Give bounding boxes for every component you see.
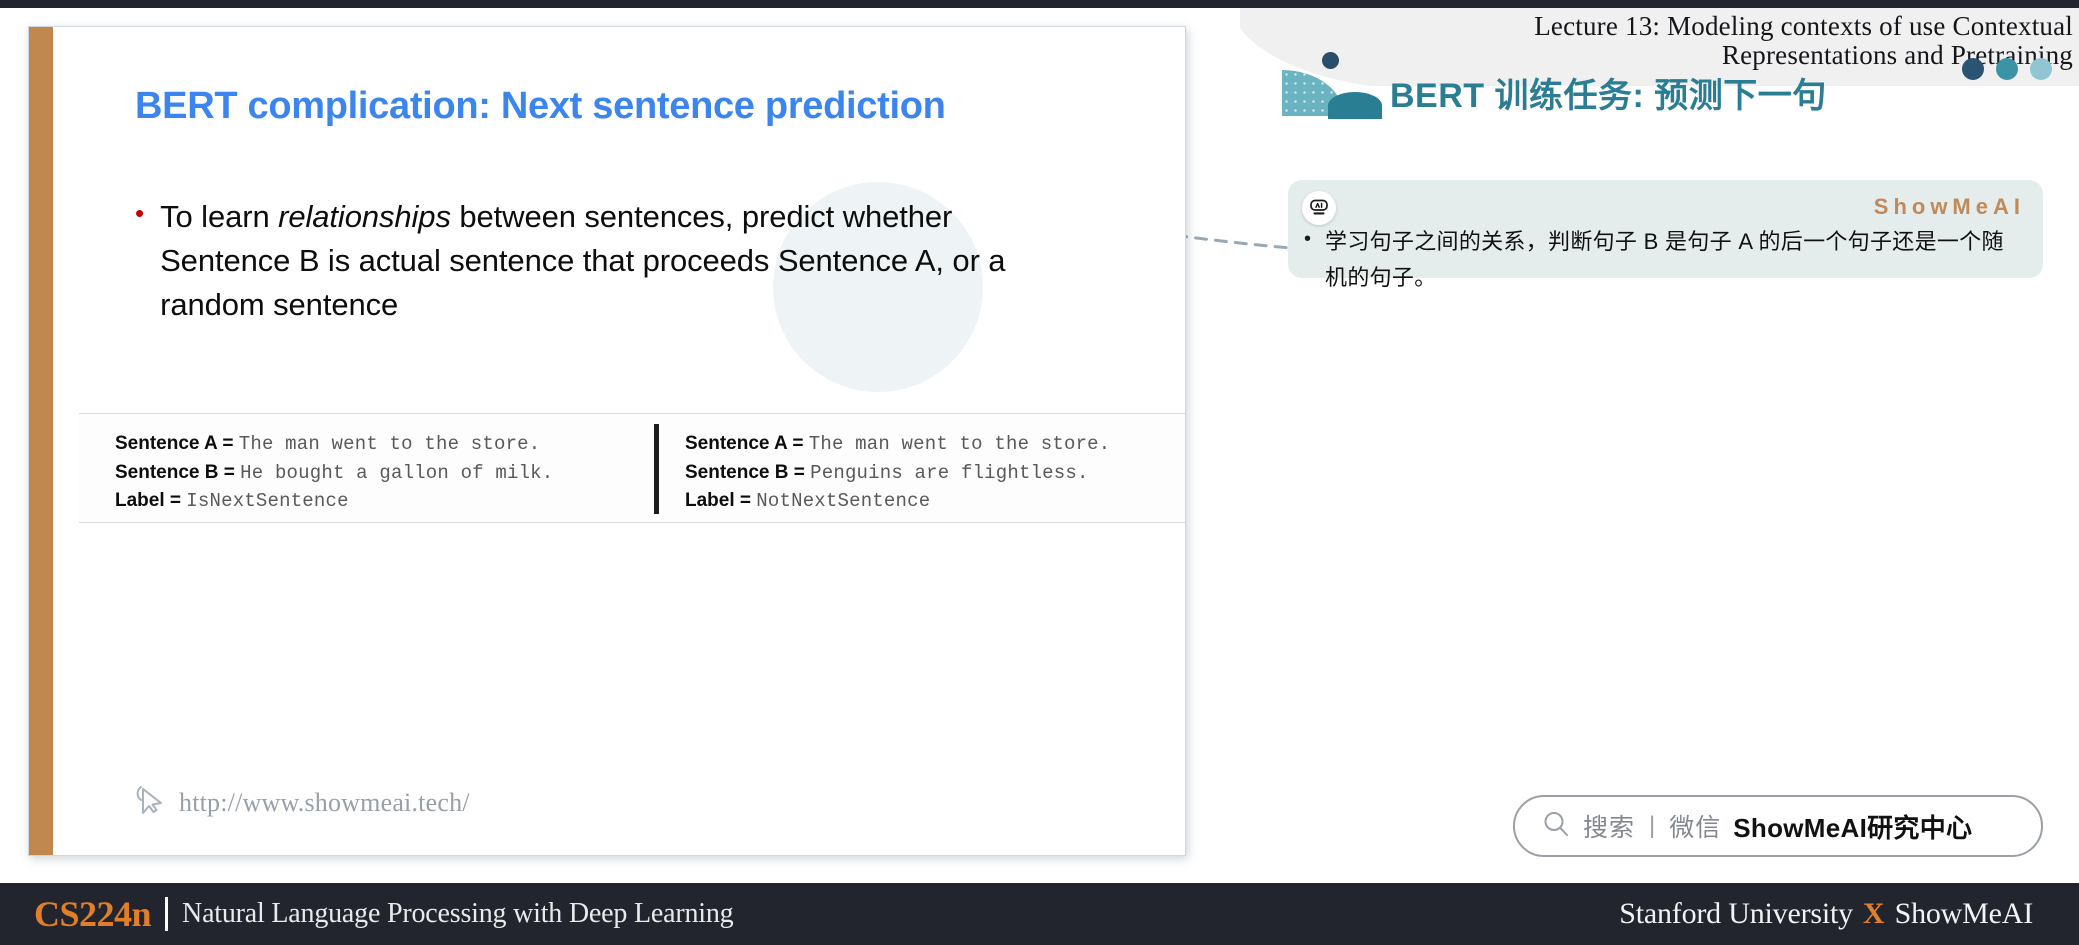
example-key: Label — [685, 490, 735, 512]
example-key: Sentence B — [115, 461, 219, 483]
wechat-search-pill[interactable]: 搜索 | 微信 ShowMeAI研究中心 — [1513, 795, 2043, 857]
search-icon — [1541, 809, 1571, 844]
example-equals: = — [217, 433, 239, 454]
collab-x-symbol: X — [1862, 897, 1885, 930]
example-value: IsNextSentence — [186, 490, 349, 513]
example-key: Sentence A — [115, 433, 218, 454]
example-row: Sentence A = The man went to the store. — [115, 430, 633, 459]
course-name: Natural Language Processing with Deep Le… — [182, 898, 734, 929]
search-label: 搜索 — [1583, 814, 1636, 842]
bottom-bar-left: CS224n Natural Language Processing with … — [34, 883, 734, 945]
slide-url-group[interactable]: http://www.showmeai.tech/ — [135, 784, 470, 821]
example-key: Sentence B — [685, 461, 789, 483]
decorative-dot-icon — [2030, 58, 2052, 80]
example-value: The man went to the store. — [238, 433, 541, 455]
ai-robot-icon — [1302, 191, 1336, 225]
example-value: The man went to the store. — [808, 433, 1111, 455]
example-value: NotNextSentence — [756, 490, 931, 513]
teal-decoration-cluster — [1282, 52, 1392, 119]
example-equals: = — [164, 490, 187, 512]
teal-half-circle-icon — [1328, 92, 1382, 119]
navy-dot-icon — [1322, 52, 1339, 69]
example-equals: = — [788, 461, 811, 483]
slide-title: BERT complication: Next sentence predict… — [135, 85, 946, 127]
slide-left-accent-bar — [29, 27, 53, 855]
slide-bullet-marker: • — [135, 198, 145, 228]
example-row: Sentence B = Penguins are flightless. — [685, 459, 1185, 488]
example-row: Sentence B = He bought a gallon of milk. — [115, 459, 633, 488]
example-equals: = — [734, 490, 757, 512]
slide-url-text[interactable]: http://www.showmeai.tech/ — [179, 788, 470, 818]
note-text: 学习句子之间的关系，判断句子 B 是句子 A 的后一个句子还是一个随机的句子。 — [1325, 229, 2004, 290]
wechat-account-name: ShowMeAI研究中心 — [1733, 812, 1973, 843]
note-bullet-marker: • — [1304, 228, 1312, 250]
example-row: Label = IsNextSentence — [115, 487, 633, 516]
bullet-text-segment-1: To learn — [160, 199, 279, 234]
example-column-positive: Sentence A = The man went to the store. … — [79, 414, 633, 522]
university-name: Stanford University — [1619, 897, 1853, 930]
example-equals: = — [787, 433, 809, 454]
example-key: Sentence A — [685, 433, 788, 454]
example-row: Sentence A = The man went to the store. — [685, 430, 1185, 459]
example-value: He bought a gallon of milk. — [240, 461, 554, 484]
chinese-section-heading: BERT 训练任务: 预测下一句 — [1390, 77, 1827, 115]
decorative-dots-group — [1962, 58, 2052, 80]
top-dark-strip — [0, 0, 2079, 8]
decorative-dot-icon — [1962, 58, 1984, 80]
wechat-label: 微信 — [1669, 814, 1722, 842]
cursor-pointer-icon — [135, 784, 165, 821]
note-body: • 学习句子之间的关系，判断句子 B 是句子 A 的后一个句子还是一个随机的句子… — [1304, 224, 2022, 295]
bottom-bar-divider — [165, 897, 169, 931]
example-column-negative: Sentence A = The man went to the store. … — [633, 414, 1185, 522]
partner-name: ShowMeAI — [1894, 897, 2034, 930]
slide-content: BERT complication: Next sentence predict… — [53, 27, 1185, 855]
example-key: Label — [115, 490, 165, 512]
example-equals: = — [218, 461, 241, 483]
bottom-bar: CS224n Natural Language Processing with … — [0, 883, 2079, 945]
course-code: CS224n — [34, 894, 152, 934]
lecture-title-line-1: Lecture 13: Modeling contexts of use Con… — [1534, 11, 2073, 41]
slide-bullet-text: To learn relationships between sentences… — [160, 195, 1055, 327]
example-value: Penguins are flightless. — [810, 461, 1089, 484]
bullet-text-italic: relationships — [278, 199, 451, 234]
translation-note-card: ShowMeAI • 学习句子之间的关系，判断句子 B 是句子 A 的后一个句子… — [1288, 180, 2043, 290]
slide-bullet-item: • To learn relationships between sentenc… — [135, 195, 1055, 327]
bottom-bar-right: Stanford University X ShowMeAI — [1619, 883, 2033, 945]
showmeai-watermark: ShowMeAI — [1873, 194, 2025, 219]
example-row: Label = NotNextSentence — [685, 487, 1185, 516]
decorative-dot-icon — [1996, 58, 2018, 80]
slide-panel: BERT complication: Next sentence predict… — [28, 26, 1186, 856]
search-separator: | — [1649, 812, 1656, 839]
sentence-examples-block: Sentence A = The man went to the store. … — [79, 413, 1185, 523]
